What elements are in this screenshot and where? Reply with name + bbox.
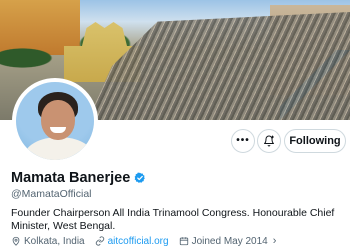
chevron-right-icon: › — [272, 235, 277, 247]
meta-joined: Joined May 2014 › — [179, 235, 277, 247]
profile-meta: Kolkata, India aitcofficial.org Joined M… — [11, 235, 276, 247]
profile-name: Mamata Banerjee — [11, 170, 131, 186]
meta-website[interactable]: aitcofficial.org — [95, 236, 169, 247]
location-text: Kolkata, India — [24, 235, 85, 247]
website-link[interactable]: aitcofficial.org — [108, 236, 169, 247]
verified-badge-icon — [134, 172, 146, 183]
joined-text: Joined May 2014 — [191, 235, 268, 247]
more-horizontal-icon: ••• — [236, 135, 250, 146]
calendar-icon — [179, 237, 188, 246]
avatar-sari — [24, 137, 94, 160]
more-options-button[interactable]: ••• — [231, 129, 255, 153]
profile-handle: @MamataOfficial — [11, 188, 92, 200]
profile-avatar[interactable] — [12, 78, 98, 164]
profile-bio: Founder Chairperson All India Trinamool … — [11, 207, 335, 232]
profile-name-row: Mamata Banerjee — [11, 170, 146, 186]
meta-location: Kolkata, India — [11, 236, 85, 247]
location-pin-icon — [12, 236, 20, 246]
following-button[interactable]: Following — [284, 129, 346, 153]
notification-bell-plus-icon — [264, 135, 274, 147]
avatar-face — [41, 100, 75, 140]
notifications-subscribe-button[interactable] — [257, 129, 281, 153]
link-icon — [95, 236, 104, 246]
